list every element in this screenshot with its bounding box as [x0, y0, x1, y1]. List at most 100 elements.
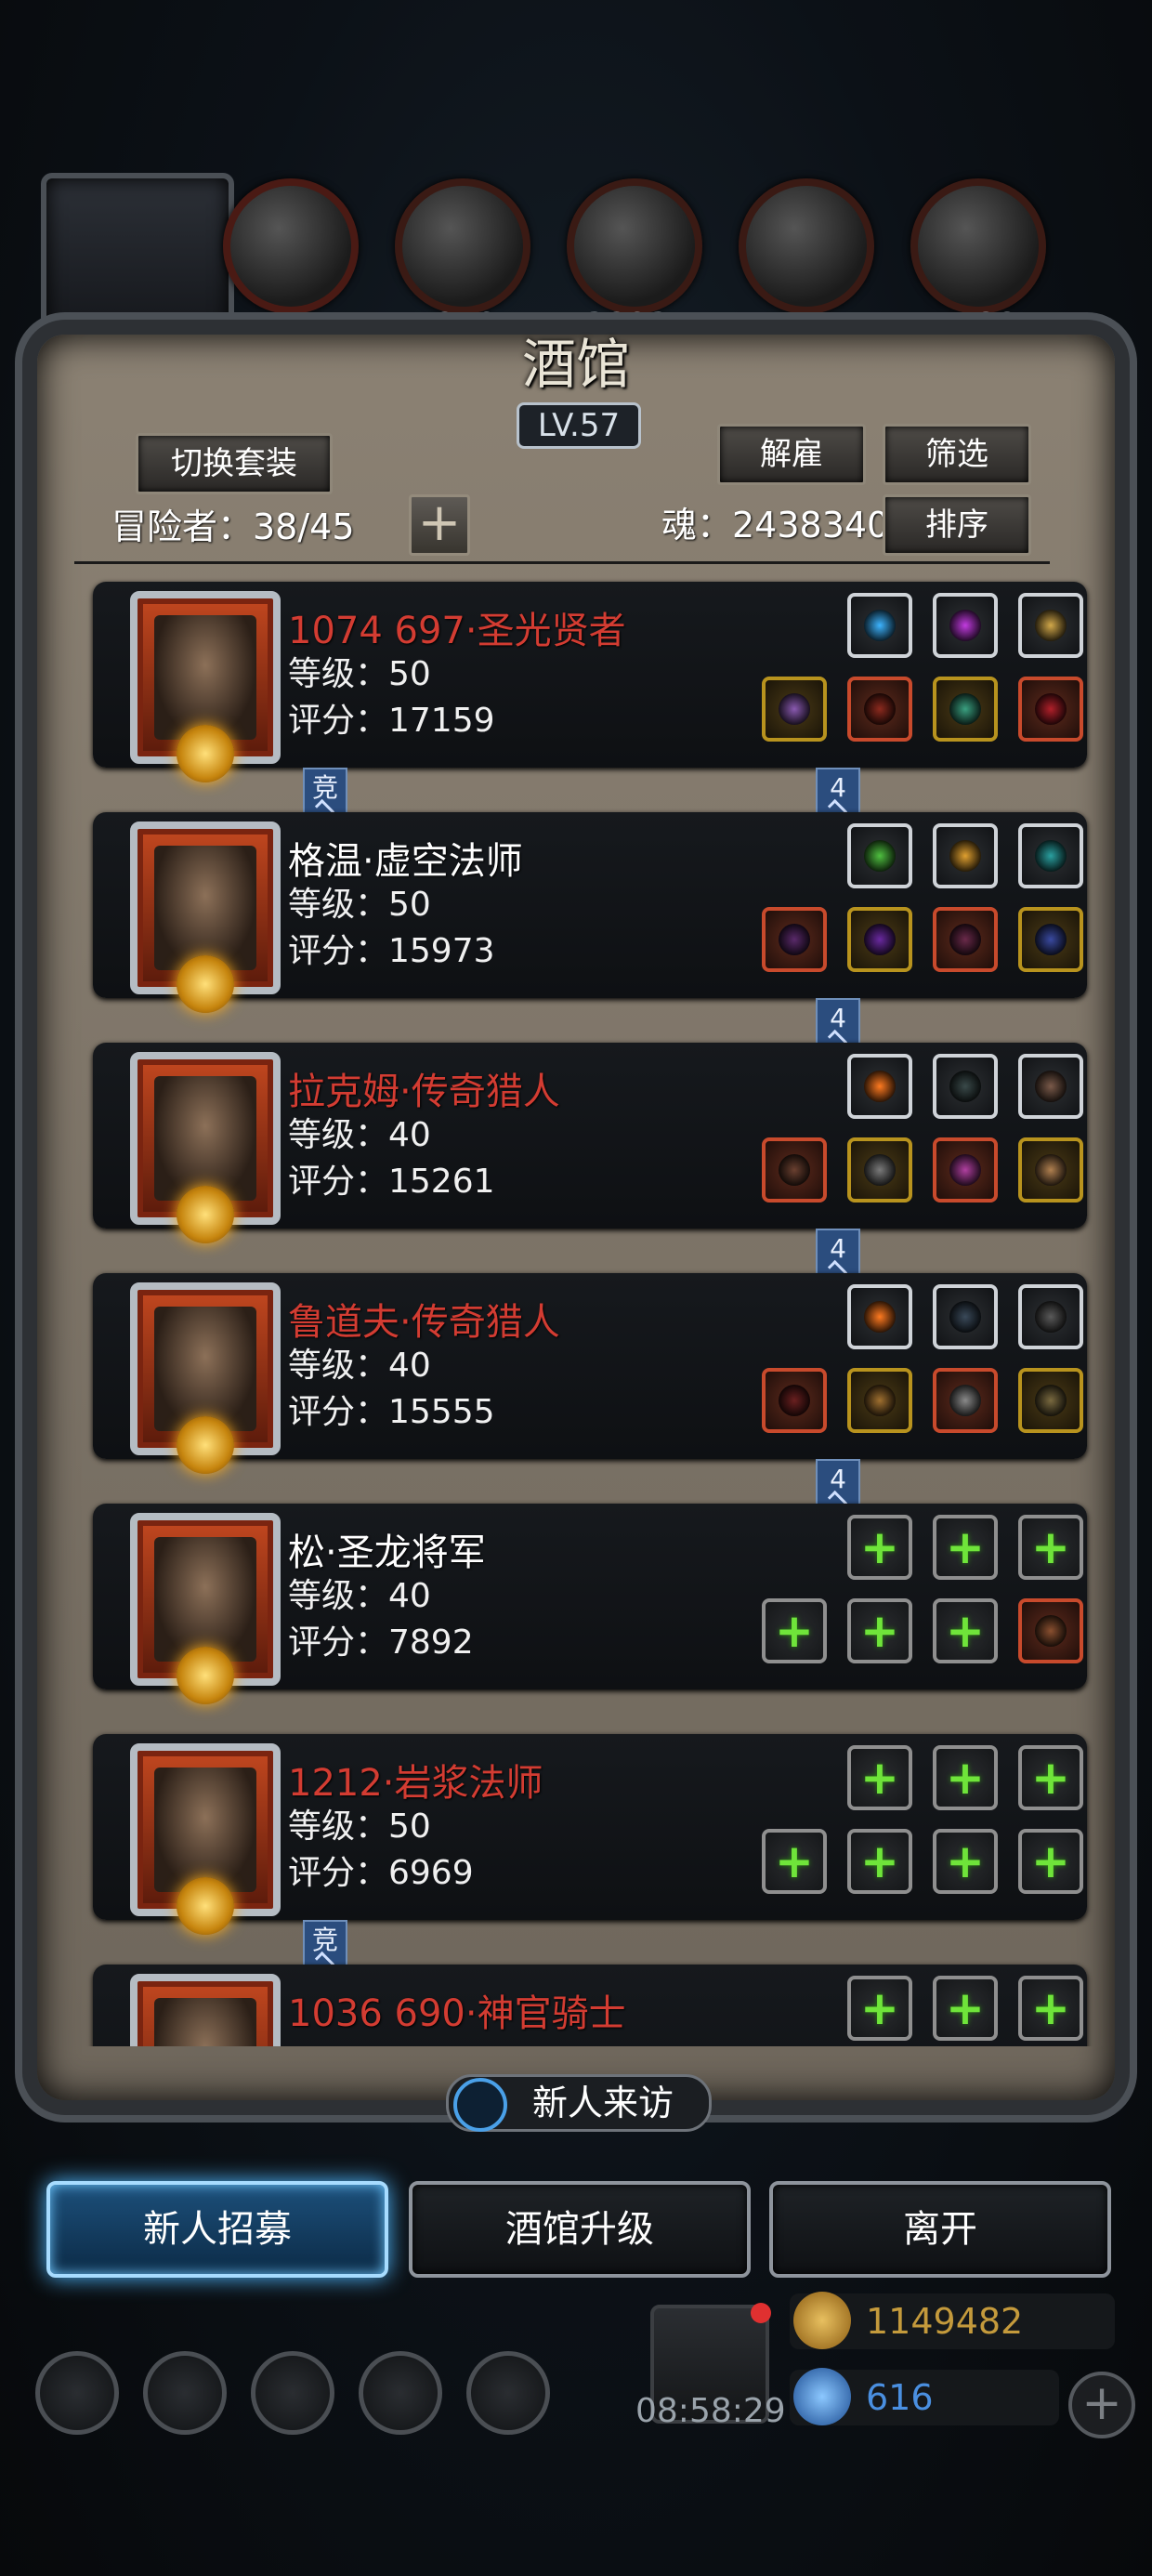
- hero-portrait: [154, 1998, 256, 2046]
- equipment-slot[interactable]: [847, 593, 912, 658]
- hero-card[interactable]: 拉克姆·传奇猎人 等级：40 评分：15261: [93, 1043, 1087, 1243]
- empty-equip-slot[interactable]: +: [933, 1745, 998, 1810]
- hero-avatar[interactable]: [130, 1052, 281, 1243]
- equipment-slot[interactable]: [933, 593, 998, 658]
- empty-equip-slot[interactable]: +: [1018, 1745, 1083, 1810]
- dismiss-button[interactable]: 解雇: [717, 424, 866, 485]
- equipment-slot[interactable]: [847, 1284, 912, 1349]
- equipment-slot[interactable]: [933, 823, 998, 888]
- hero-avatar[interactable]: [130, 591, 281, 782]
- add-equipment-icon: +: [1031, 1834, 1070, 1888]
- add-equipment-icon: +: [946, 1520, 985, 1574]
- empty-equip-slot[interactable]: +: [762, 1598, 827, 1663]
- equipment-slot[interactable]: [1018, 1284, 1083, 1349]
- sort-button[interactable]: 排序: [883, 494, 1031, 556]
- achievement-icon[interactable]: [143, 2351, 227, 2435]
- equipment-slot[interactable]: [933, 677, 998, 742]
- equipment-slot[interactable]: [847, 677, 912, 742]
- empty-equip-slot[interactable]: +: [1018, 1829, 1083, 1894]
- hero-avatar[interactable]: [130, 1282, 281, 1474]
- quest-icon[interactable]: [251, 2351, 334, 2435]
- adventurer-count: 冒险者：38/45: [111, 506, 355, 547]
- tavern-upgrade-button[interactable]: 酒馆升级: [409, 2181, 751, 2278]
- empty-equip-slot[interactable]: +: [933, 1976, 998, 2041]
- equipment-slot[interactable]: [933, 1137, 998, 1203]
- settings-icon[interactable]: [35, 2351, 119, 2435]
- hero-level: 等级：50: [288, 886, 431, 924]
- leave-button[interactable]: 离开: [769, 2181, 1111, 2278]
- equipment-slot[interactable]: [1018, 1054, 1083, 1119]
- empty-equip-slot[interactable]: +: [847, 1598, 912, 1663]
- recruit-button[interactable]: 新人招募: [46, 2181, 388, 2278]
- hero-avatar[interactable]: [130, 1974, 281, 2046]
- equipment-slot[interactable]: [847, 823, 912, 888]
- hero-score: 评分：15555: [288, 1393, 495, 1431]
- equipment-slot[interactable]: [847, 1054, 912, 1119]
- empty-equip-slot[interactable]: +: [847, 1745, 912, 1810]
- hero-avatar[interactable]: [130, 1513, 281, 1704]
- equipment-slot[interactable]: [933, 1054, 998, 1119]
- hero-list[interactable]: 1074 697·圣光贤者 等级：50 评分：17159 竞 4 格温·虚空法师 等级：50…: [56, 569, 1096, 2046]
- hero-card[interactable]: 鲁道夫·传奇猎人 等级：40 评分：15555: [93, 1273, 1087, 1474]
- equipment-slot[interactable]: [847, 907, 912, 972]
- equipment-slot[interactable]: [1018, 1598, 1083, 1663]
- filter-button[interactable]: 筛选: [883, 424, 1031, 485]
- hero-score: 评分：6969: [288, 1854, 474, 1892]
- equipment-slot[interactable]: [933, 1284, 998, 1349]
- hero-level: 等级：40: [288, 1116, 431, 1154]
- equipment-item-icon: [1035, 1615, 1067, 1647]
- empty-equip-slot[interactable]: +: [847, 1976, 912, 2041]
- gem-amount: 616: [866, 2377, 934, 2418]
- equipment-slot[interactable]: [847, 1137, 912, 1203]
- rank-emblem-icon: [177, 725, 234, 782]
- stone-orb-icon[interactable]: [567, 178, 702, 314]
- hero-card[interactable]: 松·圣龙将军 等级：40 评分：7892 + + + + + +: [93, 1504, 1087, 1704]
- add-gems-button[interactable]: +: [1068, 2372, 1135, 2438]
- mail-icon[interactable]: [359, 2351, 442, 2435]
- hero-score: 评分：15973: [288, 932, 495, 970]
- hero-avatar[interactable]: [130, 1743, 281, 1935]
- equipment-slot[interactable]: [1018, 593, 1083, 658]
- crystal-orb-icon[interactable]: [739, 178, 874, 314]
- equipment-slot[interactable]: [762, 677, 827, 742]
- hero-portrait: [154, 1307, 256, 1431]
- gem-counter: 616: [790, 2368, 1059, 2425]
- guild-icon[interactable]: [466, 2351, 550, 2435]
- empty-equip-slot[interactable]: +: [762, 1829, 827, 1894]
- equipment-item-icon: [864, 840, 896, 872]
- equipment-slot[interactable]: [762, 1137, 827, 1203]
- player-portrait[interactable]: [41, 173, 234, 357]
- equipment-slot[interactable]: [1018, 907, 1083, 972]
- equipment-slot[interactable]: [762, 907, 827, 972]
- add-adventurer-slot-button[interactable]: +: [409, 494, 470, 556]
- add-equipment-icon: +: [946, 1604, 985, 1658]
- equipment-slot[interactable]: [933, 907, 998, 972]
- hero-card[interactable]: 1036 690·神官骑士 + + +: [93, 1965, 1087, 2046]
- equipment-item-icon: [949, 1301, 981, 1333]
- hero-avatar[interactable]: [130, 821, 281, 1013]
- empty-equip-slot[interactable]: +: [933, 1829, 998, 1894]
- equipment-slot[interactable]: [1018, 823, 1083, 888]
- equipment-slot[interactable]: [1018, 677, 1083, 742]
- empty-equip-slot[interactable]: +: [933, 1515, 998, 1580]
- add-equipment-icon: +: [1031, 1520, 1070, 1574]
- equipment-slot[interactable]: [847, 1368, 912, 1433]
- add-equipment-icon: +: [860, 1604, 899, 1658]
- food-orb-icon[interactable]: [223, 178, 359, 314]
- empty-equip-slot[interactable]: +: [847, 1515, 912, 1580]
- equipment-slot[interactable]: [1018, 1137, 1083, 1203]
- hero-card[interactable]: 1074 697·圣光贤者 等级：50 评分：17159: [93, 582, 1087, 782]
- empty-equip-slot[interactable]: +: [933, 1598, 998, 1663]
- iron-orb-icon[interactable]: [910, 178, 1046, 314]
- switch-outfit-button[interactable]: 切换套装: [136, 433, 333, 494]
- hero-level: 等级：50: [288, 1807, 431, 1846]
- empty-equip-slot[interactable]: +: [1018, 1976, 1083, 2041]
- wood-orb-icon[interactable]: [395, 178, 530, 314]
- equipment-slot[interactable]: [1018, 1368, 1083, 1433]
- empty-equip-slot[interactable]: +: [1018, 1515, 1083, 1580]
- equipment-slot[interactable]: [933, 1368, 998, 1433]
- hero-card[interactable]: 1212·岩浆法师 等级：50 评分：6969 + + + + + + +: [93, 1734, 1087, 1935]
- equipment-slot[interactable]: [762, 1368, 827, 1433]
- hero-card[interactable]: 格温·虚空法师 等级：50 评分：15973: [93, 812, 1087, 1013]
- empty-equip-slot[interactable]: +: [847, 1829, 912, 1894]
